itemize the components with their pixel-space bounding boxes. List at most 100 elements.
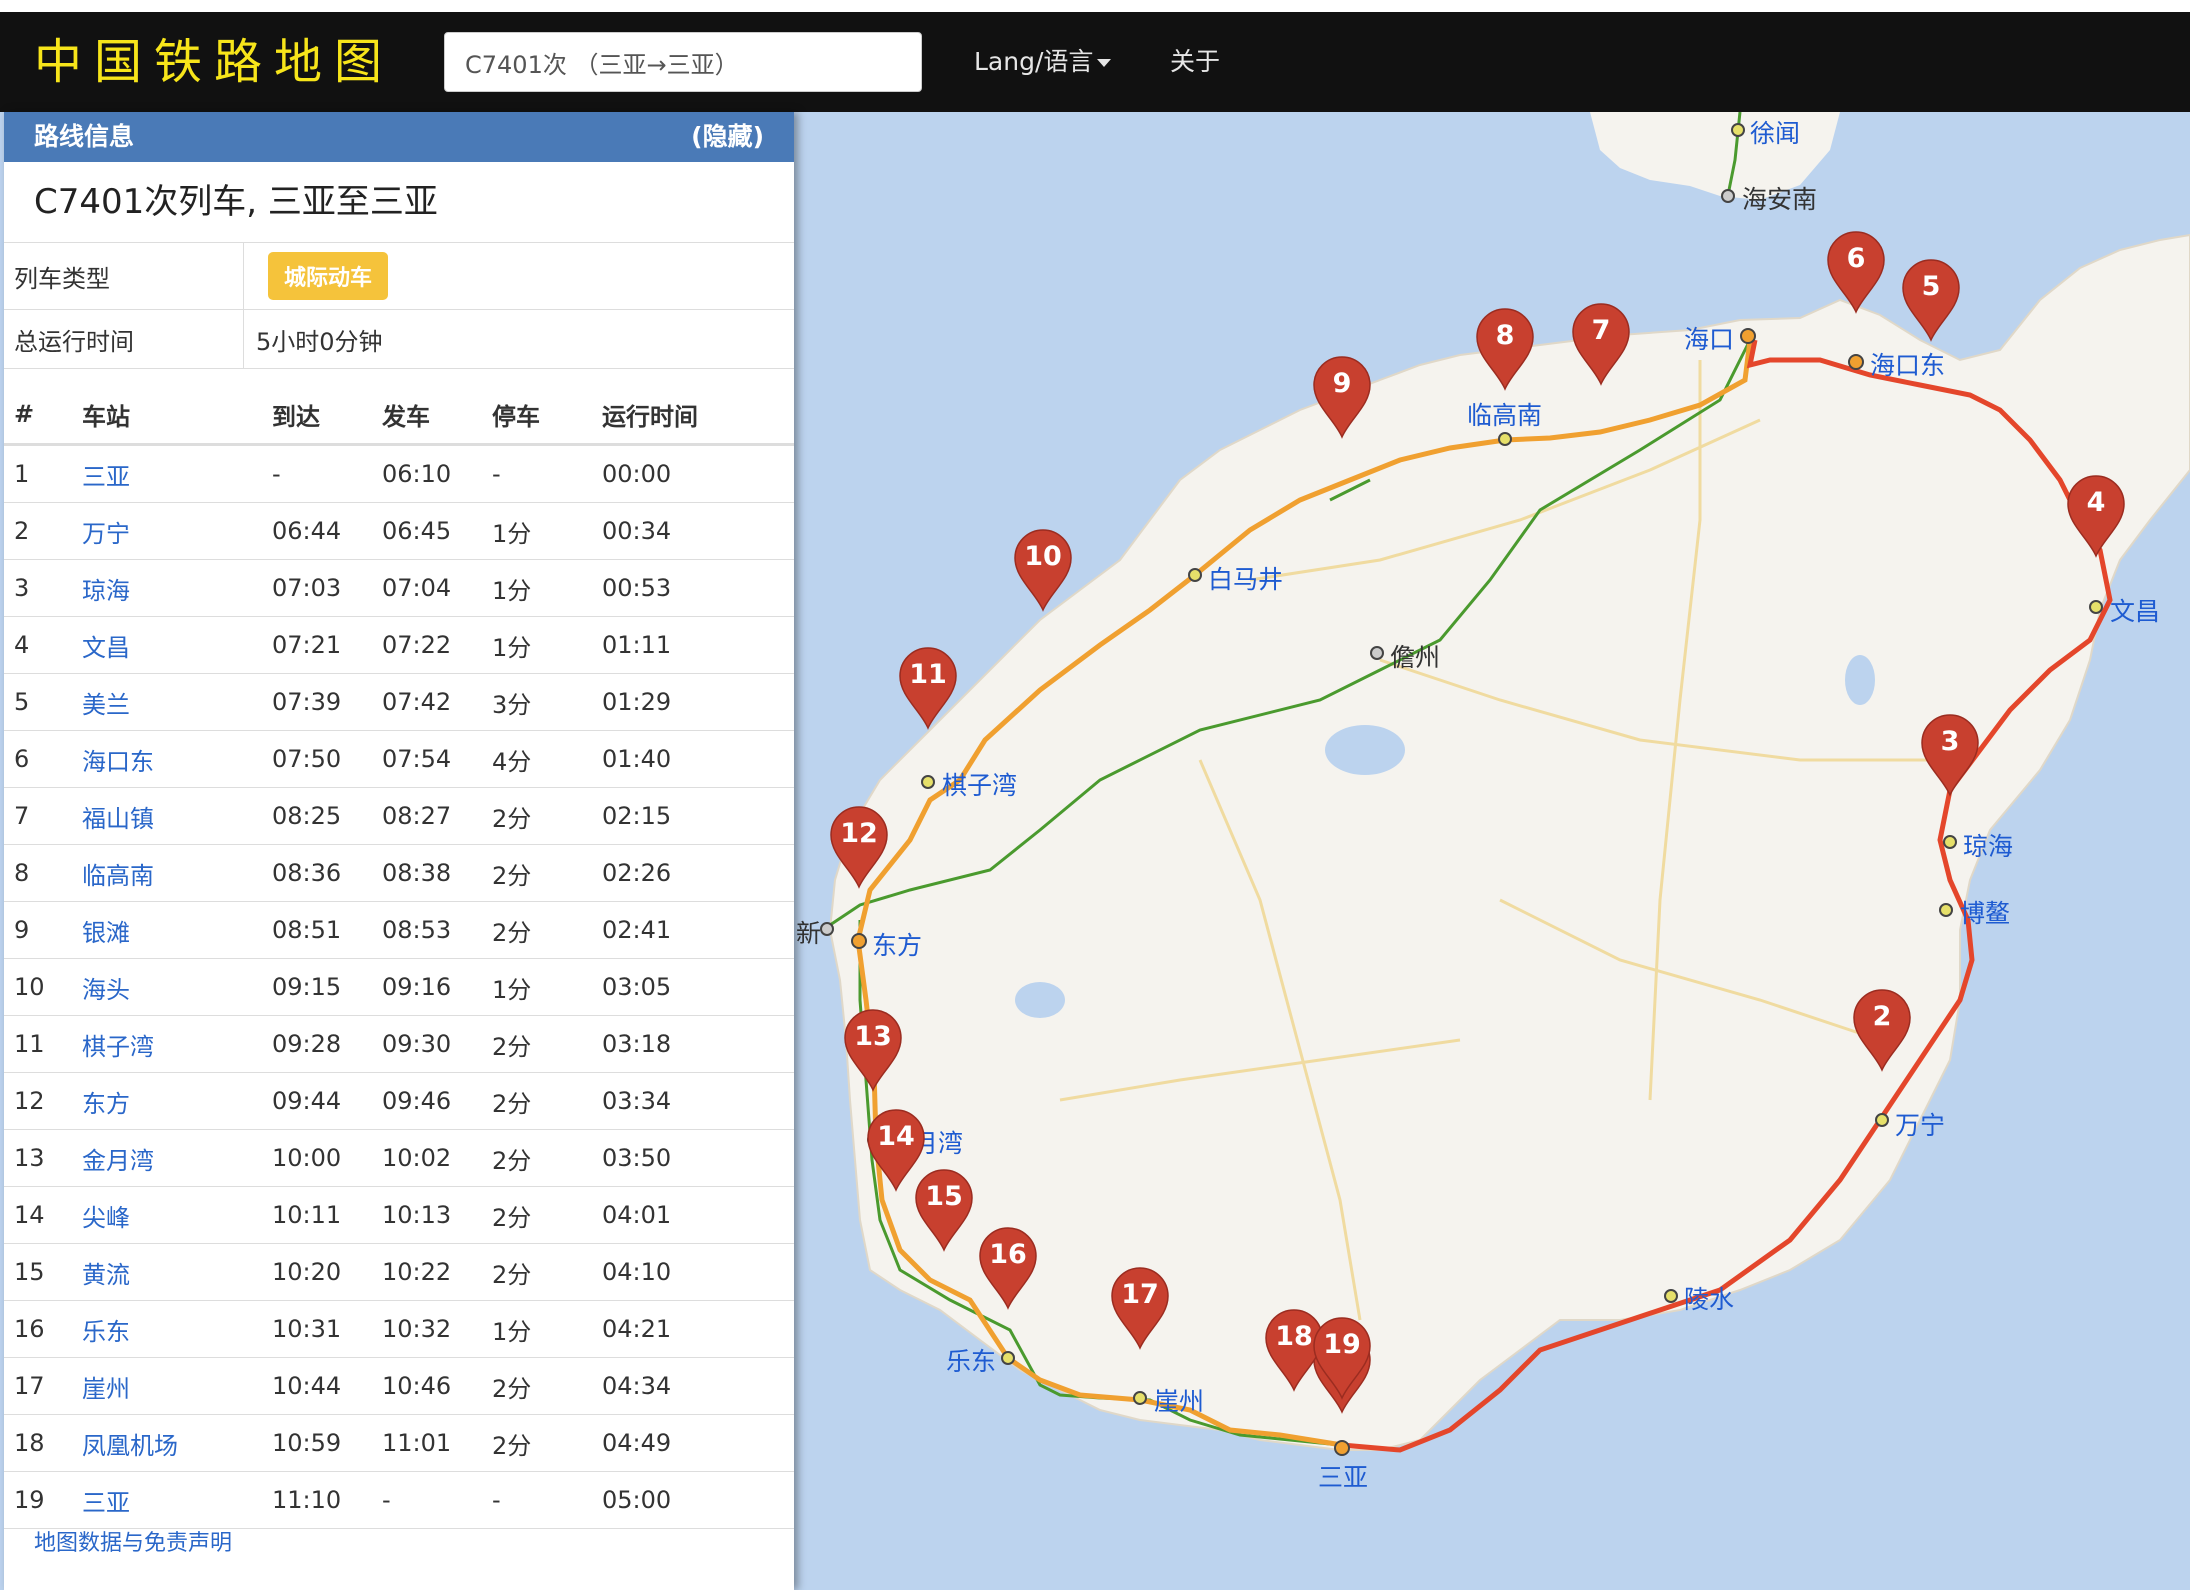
row-stop: 2分 <box>492 1089 532 1118</box>
row-arrive: 09:44 <box>272 1087 342 1115</box>
row-depart: 08:53 <box>382 916 452 944</box>
row-depart: 07:04 <box>382 574 452 602</box>
route-info-panel: 路线信息 (隐藏) C7401次列车, 三亚至三亚 列车类型 城际动车 总运行时… <box>4 112 794 1590</box>
brand-logo[interactable]: 中国铁路地图 <box>34 30 394 94</box>
row-index: 7 <box>14 802 30 830</box>
row-stop: 2分 <box>492 861 532 890</box>
row-index: 10 <box>14 973 45 1001</box>
row-arrive: 08:36 <box>272 859 342 887</box>
station-link[interactable]: 福山镇 <box>82 805 154 833</box>
row-stop: 2分 <box>492 1374 532 1403</box>
station-link[interactable]: 棋子湾 <box>82 1033 154 1061</box>
station-link[interactable]: 海口东 <box>82 748 154 776</box>
map-label-ledong: 乐东 <box>946 1347 996 1376</box>
row-elapsed: 02:26 <box>602 859 672 887</box>
route-pin-number: 17 <box>1121 1279 1159 1310</box>
table-row: 7 福山镇 08:25 08:27 2分 02:15 <box>4 788 794 845</box>
row-elapsed: 04:34 <box>602 1372 672 1400</box>
row-depart: 07:22 <box>382 631 452 659</box>
row-index: 16 <box>14 1315 45 1343</box>
row-stop: 1分 <box>492 633 532 662</box>
col-stop: 停车 <box>492 402 540 431</box>
footer-note-link[interactable]: 地图数据与免责声明 <box>4 1529 794 1559</box>
table-row: 4 文昌 07:21 07:22 1分 01:11 <box>4 617 794 674</box>
language-label: Lang/语言 <box>974 47 1094 76</box>
station-link[interactable]: 金月湾 <box>82 1147 154 1175</box>
map-label-boao: 博鳌 <box>1960 899 2010 928</box>
row-index: 1 <box>14 460 30 488</box>
station-link[interactable]: 尖峰 <box>82 1204 130 1232</box>
route-pin-number: 13 <box>854 1021 892 1052</box>
row-elapsed: 04:10 <box>602 1258 672 1286</box>
map-label-qionghai: 琼海 <box>1963 832 2013 861</box>
station-link[interactable]: 文昌 <box>82 634 130 662</box>
total-time-row: 总运行时间 5小时0分钟 <box>4 310 794 369</box>
station-link[interactable]: 三亚 <box>82 1489 130 1517</box>
station-link[interactable]: 临高南 <box>82 862 154 890</box>
station-link[interactable]: 万宁 <box>82 520 130 548</box>
table-row: 17 崖州 10:44 10:46 2分 04:34 <box>4 1358 794 1415</box>
row-elapsed: 04:01 <box>602 1201 672 1229</box>
row-station: 文昌 <box>82 628 272 663</box>
row-depart: 11:01 <box>382 1429 452 1457</box>
row-elapsed: 00:34 <box>602 517 672 545</box>
row-arrive: - <box>272 460 281 488</box>
row-stop: 2分 <box>492 1146 532 1175</box>
route-pin-number: 15 <box>925 1181 963 1212</box>
row-elapsed: 04:49 <box>602 1429 672 1457</box>
row-arrive: 09:28 <box>272 1030 342 1058</box>
station-link[interactable]: 黄流 <box>82 1261 130 1289</box>
station-link[interactable]: 美兰 <box>82 691 130 719</box>
route-pin-number: 5 <box>1922 271 1941 302</box>
row-elapsed: 03:18 <box>602 1030 672 1058</box>
row-depart: 07:54 <box>382 745 452 773</box>
train-search-input[interactable] <box>444 32 922 92</box>
row-stop: 1分 <box>492 519 532 548</box>
station-link[interactable]: 东方 <box>82 1090 130 1118</box>
table-row: 12 东方 09:44 09:46 2分 03:34 <box>4 1073 794 1130</box>
map-label-sanya: 三亚 <box>1318 1463 1368 1492</box>
row-depart: 10:46 <box>382 1372 452 1400</box>
row-station: 万宁 <box>82 514 272 549</box>
about-link[interactable]: 关于 <box>1170 44 1220 80</box>
row-station: 黄流 <box>82 1255 272 1290</box>
row-index: 3 <box>14 574 30 602</box>
station-link[interactable]: 海头 <box>82 976 130 1004</box>
table-row: 18 凤凰机场 10:59 11:01 2分 04:49 <box>4 1415 794 1472</box>
station-link[interactable]: 乐东 <box>82 1318 130 1346</box>
col-elapsed: 运行时间 <box>602 402 698 431</box>
row-depart: 10:13 <box>382 1201 452 1229</box>
row-depart: 08:27 <box>382 802 452 830</box>
hide-panel-button[interactable]: (隐藏) <box>691 112 764 162</box>
row-index: 17 <box>14 1372 45 1400</box>
row-index: 15 <box>14 1258 45 1286</box>
station-link[interactable]: 琼海 <box>82 577 130 605</box>
map-label-wenchang: 文昌 <box>2110 597 2160 626</box>
station-link[interactable]: 凤凰机场 <box>82 1432 178 1460</box>
row-index: 6 <box>14 745 30 773</box>
row-station: 三亚 <box>82 457 272 492</box>
row-stop: 2分 <box>492 1203 532 1232</box>
row-depart: 08:38 <box>382 859 452 887</box>
route-pin-number: 2 <box>1873 1001 1892 1032</box>
map-label-lingshui: 陵水 <box>1684 1285 1734 1314</box>
row-elapsed: 04:21 <box>602 1315 672 1343</box>
table-row: 8 临高南 08:36 08:38 2分 02:26 <box>4 845 794 902</box>
row-arrive: 07:21 <box>272 631 342 659</box>
route-title: C7401次列车, 三亚至三亚 <box>4 162 794 243</box>
station-link[interactable]: 崖州 <box>82 1375 130 1403</box>
map-label-danzhou: 儋州 <box>1390 643 1440 672</box>
language-dropdown[interactable]: Lang/语言 <box>974 44 1112 80</box>
station-link[interactable]: 银滩 <box>82 919 130 947</box>
table-row: 13 金月湾 10:00 10:02 2分 03:50 <box>4 1130 794 1187</box>
row-station: 棋子湾 <box>82 1027 272 1062</box>
map-label-baimajing: 白马井 <box>1208 565 1283 594</box>
reservoir <box>1325 725 1405 775</box>
row-index: 9 <box>14 916 30 944</box>
row-depart: 06:45 <box>382 517 452 545</box>
row-depart: 10:22 <box>382 1258 452 1286</box>
row-elapsed: 02:41 <box>602 916 672 944</box>
reservoir-2 <box>1015 982 1065 1018</box>
station-link[interactable]: 三亚 <box>82 463 130 491</box>
row-arrive: 10:31 <box>272 1315 342 1343</box>
